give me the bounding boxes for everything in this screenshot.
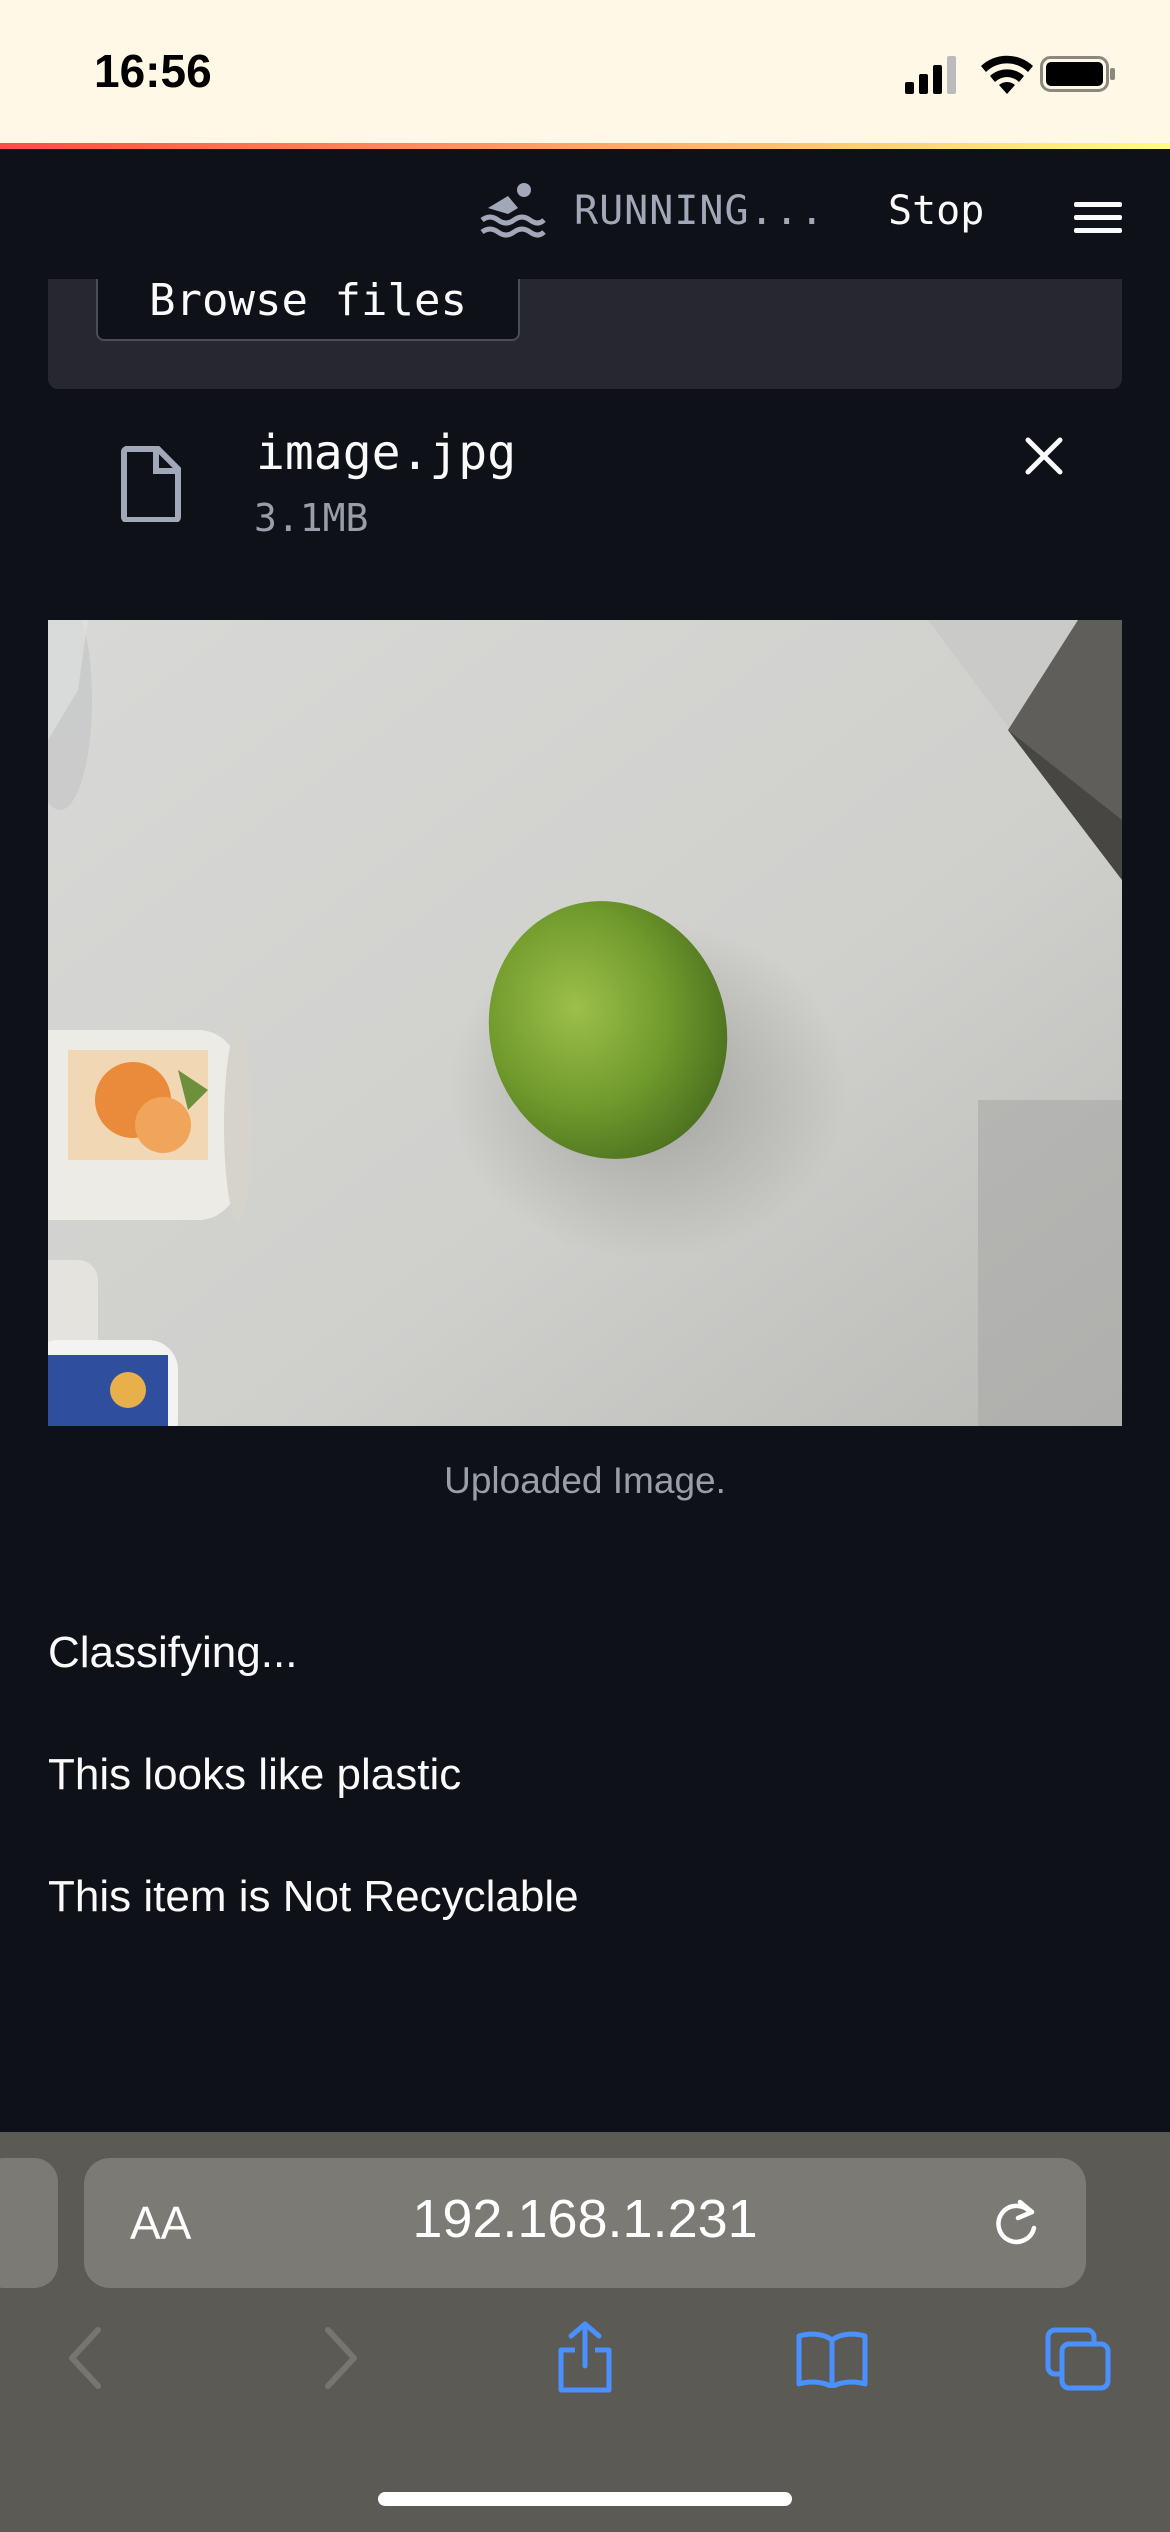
uploaded-image: [48, 620, 1122, 1426]
stop-button[interactable]: Stop: [888, 188, 984, 234]
close-icon[interactable]: [1022, 434, 1066, 478]
recyclable-result: This item is Not Recyclable: [48, 1872, 579, 1921]
hamburger-menu-icon[interactable]: [1074, 200, 1122, 236]
running-status: RUNNING...: [574, 188, 825, 234]
forward-icon[interactable]: [320, 2326, 360, 2390]
image-caption: Uploaded Image.: [444, 1460, 726, 1501]
previous-tab-preview[interactable]: [0, 2158, 58, 2288]
material-result: This looks like plastic: [48, 1750, 462, 1799]
tabs-icon[interactable]: [1044, 2326, 1114, 2392]
classifying-message: Classifying...: [48, 1628, 298, 1677]
back-icon[interactable]: [66, 2326, 106, 2390]
cellular-signal-icon: [905, 56, 956, 94]
running-swimmer-icon: [480, 183, 546, 238]
bookmarks-icon[interactable]: [795, 2330, 869, 2388]
battery-icon: [1040, 56, 1115, 92]
status-time: 16:56: [94, 45, 212, 97]
reload-icon[interactable]: [990, 2196, 1042, 2252]
url-text: 192.168.1.231: [412, 2189, 758, 2249]
file-name: image.jpg: [256, 425, 517, 481]
file-icon: [121, 446, 181, 522]
wifi-icon: [981, 55, 1033, 94]
home-indicator: [378, 2492, 792, 2506]
share-icon[interactable]: [553, 2320, 617, 2394]
file-size: 3.1MB: [254, 496, 369, 540]
